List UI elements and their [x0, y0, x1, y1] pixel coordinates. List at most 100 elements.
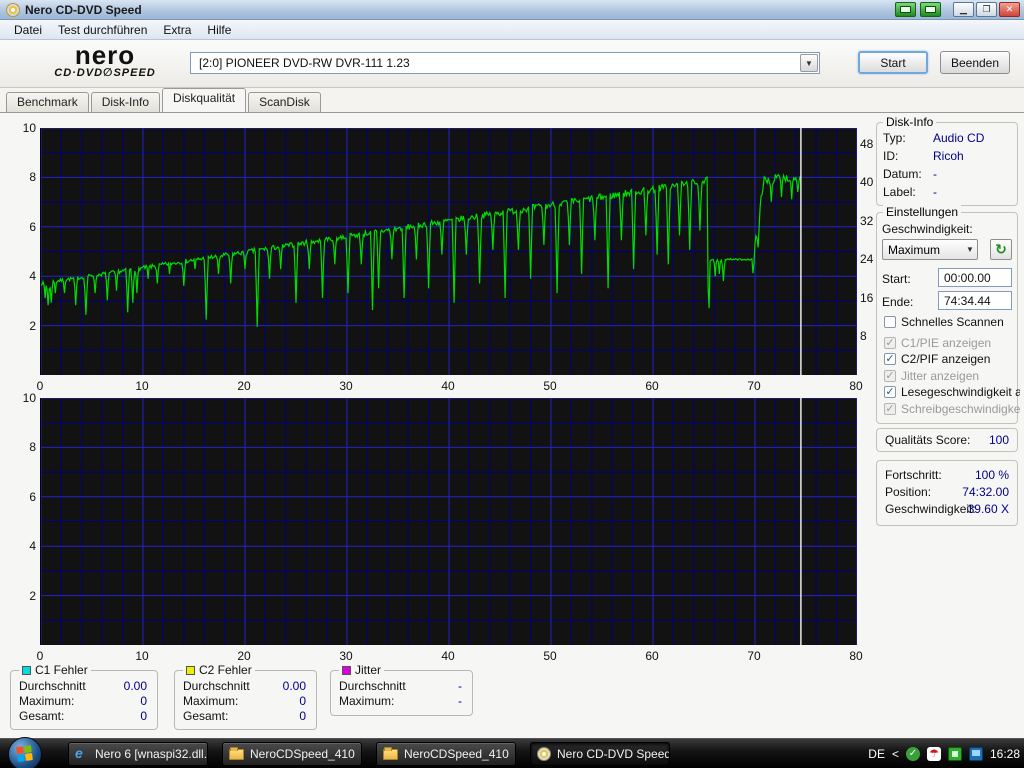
- menu-extra[interactable]: Extra: [155, 21, 199, 39]
- c2-color-swatch: [186, 666, 195, 675]
- fortschritt-value: 100 %: [975, 468, 1009, 482]
- restore-icon: ❐: [982, 5, 990, 14]
- window-title: Nero CD-DVD Speed: [25, 3, 893, 17]
- checkbox-c1-pie-anzeigen: C1/PIE anzeigen: [884, 336, 1020, 350]
- save-icon: [925, 6, 936, 13]
- axis-tick-label: 70: [747, 379, 760, 393]
- einstellungen-title: Einstellungen: [883, 205, 961, 219]
- start-button-orb[interactable]: [8, 737, 42, 768]
- axis-tick-label: 40: [441, 649, 454, 663]
- taskbar-button-nerocdspeed-2[interactable]: NeroCDSpeed_410: [376, 742, 516, 766]
- disk-info-group: Disk-Info Typ: Audio CD ID: Ricoh Datum:…: [876, 122, 1018, 206]
- checkbox-icon[interactable]: [884, 353, 896, 365]
- screenshot-save-button[interactable]: [920, 2, 941, 17]
- taskbar-button-nero-cddvd-speed[interactable]: Nero CD-DVD Speed: [530, 742, 670, 766]
- axis-tick-label: 60: [645, 379, 658, 393]
- network-icon[interactable]: [969, 747, 983, 761]
- checkbox-icon: [884, 370, 896, 382]
- titlebar: Nero CD-DVD Speed ▁ ❐ ✕: [0, 0, 1024, 20]
- ende-field[interactable]: 74:34.44: [938, 291, 1012, 310]
- disk-id-value: Ricoh: [933, 149, 964, 163]
- c2-fehler-group: C2 Fehler Durchschnitt0.00 Maximum:0 Ges…: [174, 670, 317, 730]
- safely-remove-icon[interactable]: ✓: [906, 747, 920, 761]
- taskbar: e Nero 6 [wnaspi32.dll... NeroCDSpeed_41…: [0, 738, 1024, 768]
- checkbox-lesegeschwindigkeit[interactable]: Lesegeschwindigkeit a: [884, 385, 1020, 399]
- folder-icon: [383, 749, 398, 760]
- disk-info-title: Disk-Info: [883, 115, 936, 129]
- axis-tick-label: 6: [6, 490, 36, 504]
- geschwindigkeit-value: 39.60 X: [968, 502, 1009, 516]
- windows-logo-icon: [16, 745, 34, 763]
- screenshot-capture-button[interactable]: [895, 2, 916, 17]
- checkbox-schreibgeschwindigkeit: Schreibgeschwindigkei: [884, 402, 1020, 416]
- checkbox-icon[interactable]: [884, 386, 896, 398]
- speed-select[interactable]: Maximum ▼: [882, 239, 978, 260]
- axis-tick-label: 0: [37, 649, 44, 663]
- close-button[interactable]: ✕: [999, 2, 1020, 17]
- refresh-arrows-icon: ↻: [995, 241, 1007, 258]
- axis-tick-label: 4: [6, 269, 36, 283]
- power-plug-icon[interactable]: [948, 747, 962, 761]
- start-button[interactable]: Start: [858, 51, 928, 74]
- cd-icon: [537, 747, 551, 761]
- menu-hilfe[interactable]: Hilfe: [199, 21, 239, 39]
- internet-explorer-icon: e: [75, 747, 89, 761]
- refresh-button[interactable]: ↻: [990, 239, 1012, 260]
- minimize-icon: ▁: [960, 5, 967, 14]
- axis-tick-label: 0: [37, 379, 44, 393]
- chevron-down-icon[interactable]: ▼: [800, 54, 818, 72]
- axis-tick-label: 10: [135, 379, 148, 393]
- menubar: Datei Test durchführen Extra Hilfe: [0, 20, 1024, 40]
- disk-typ-value: Audio CD: [933, 131, 984, 145]
- folder-icon: [229, 749, 244, 760]
- tab-strip: Benchmark Disk-Info Diskqualität ScanDis…: [0, 88, 1024, 112]
- speed-select-value: Maximum: [883, 243, 963, 257]
- app-cd-icon: [6, 3, 20, 17]
- beenden-button[interactable]: Beenden: [940, 51, 1010, 74]
- checkbox-schnelles-scannen[interactable]: Schnelles Scannen: [884, 315, 1020, 329]
- close-icon: ✕: [1006, 5, 1014, 14]
- system-tray: DE < ✓ ☂ 16:28: [868, 739, 1020, 768]
- axis-tick-label: 80: [849, 379, 862, 393]
- chevron-down-icon: ▼: [963, 245, 977, 254]
- tab-disk-info[interactable]: Disk-Info: [91, 92, 160, 112]
- taskbar-button-nerocdspeed-1[interactable]: NeroCDSpeed_410: [222, 742, 362, 766]
- avira-umbrella-icon[interactable]: ☂: [927, 747, 941, 761]
- restore-button[interactable]: ❐: [976, 2, 997, 17]
- language-indicator[interactable]: DE: [868, 747, 885, 761]
- c1-fehler-title: C1 Fehler: [35, 663, 88, 677]
- jitter-title: Jitter: [355, 663, 381, 677]
- axis-tick-label: 10: [135, 649, 148, 663]
- errors-chart-canvas: [41, 398, 857, 645]
- progress-box: Fortschritt: 100 % Position: 74:32.00 Ge…: [876, 460, 1018, 526]
- axis-tick-label: 8: [6, 170, 36, 184]
- taskbar-button-nero6[interactable]: e Nero 6 [wnaspi32.dll...: [68, 742, 208, 766]
- minimize-button[interactable]: ▁: [953, 2, 974, 17]
- tab-scandisk[interactable]: ScanDisk: [248, 92, 321, 112]
- tray-chevron[interactable]: <: [892, 747, 899, 761]
- menu-datei[interactable]: Datei: [6, 21, 50, 39]
- axis-tick-label: 20: [237, 649, 250, 663]
- axis-tick-label: 40: [441, 379, 454, 393]
- axis-tick-label: 30: [339, 379, 352, 393]
- start-field-label: Start:: [882, 272, 911, 286]
- axis-tick-label: 2: [6, 319, 36, 333]
- speed-chart-canvas: [41, 128, 857, 375]
- start-field[interactable]: 00:00.00: [938, 268, 1012, 287]
- clock: 16:28: [990, 747, 1020, 761]
- axis-tick-label: 70: [747, 649, 760, 663]
- quality-score-label: Qualitäts Score:: [885, 433, 970, 447]
- tab-diskqualitaet[interactable]: Diskqualität: [162, 88, 246, 112]
- checkbox-c2-pif-anzeigen[interactable]: C2/PIF anzeigen: [884, 352, 1020, 366]
- jitter-color-swatch: [342, 666, 351, 675]
- axis-tick-label: 80: [849, 649, 862, 663]
- checkbox-icon[interactable]: [884, 316, 896, 328]
- c1-color-swatch: [22, 666, 31, 675]
- menu-test-durchfuehren[interactable]: Test durchführen: [50, 21, 155, 39]
- tab-benchmark[interactable]: Benchmark: [6, 92, 89, 112]
- checkbox-icon: [884, 403, 896, 415]
- drive-select[interactable]: [2:0] PIONEER DVD-RW DVR-111 1.23 ▼: [190, 52, 820, 74]
- axis-tick-label: 50: [543, 379, 556, 393]
- axis-tick-label: 60: [645, 649, 658, 663]
- bottom-chart-plot: [40, 398, 856, 645]
